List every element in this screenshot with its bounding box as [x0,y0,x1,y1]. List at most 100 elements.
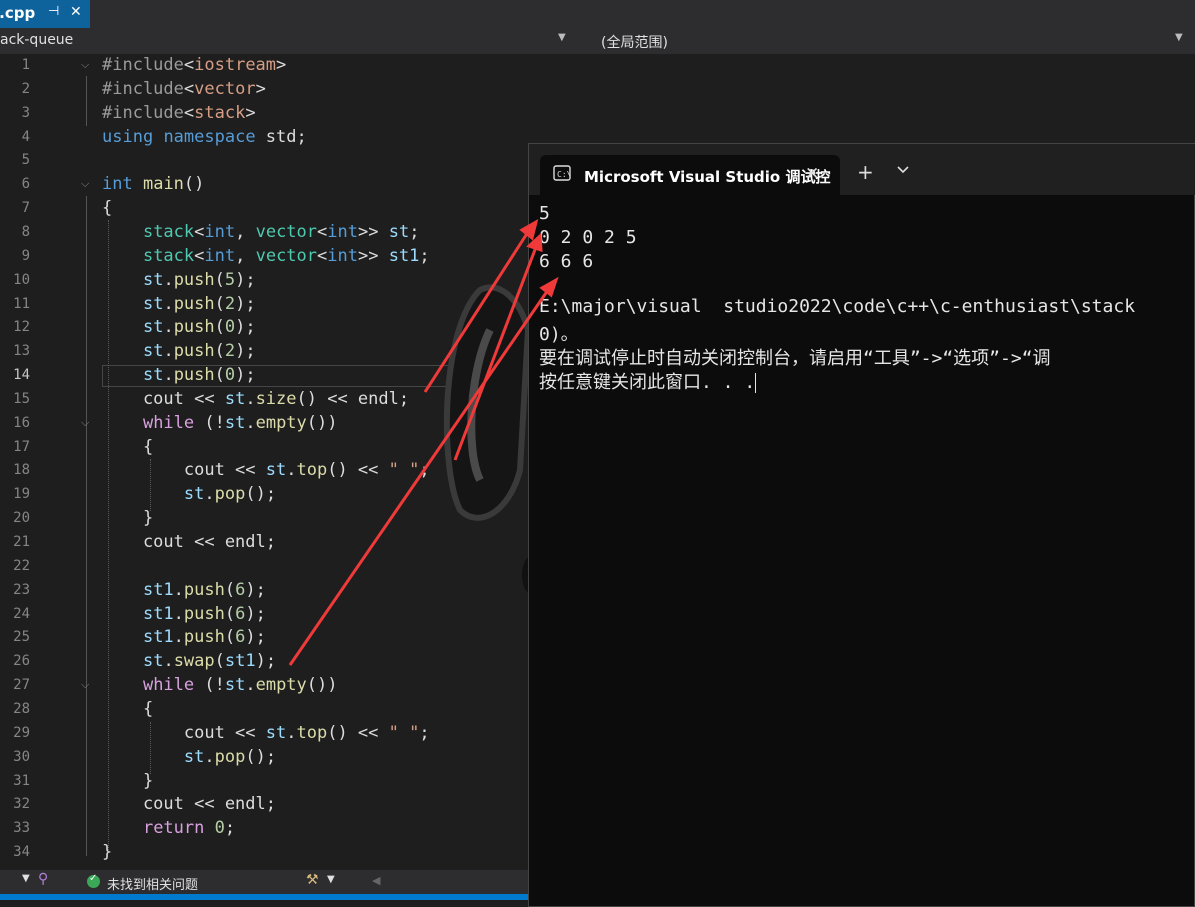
line-number: 31 [13,772,30,789]
console-title: Microsoft Visual Studio 调试控 [584,168,831,186]
code-text: { [102,698,154,719]
code-text: int main() [102,174,205,195]
file-tab-label: t.cpp [0,4,36,22]
pin-icon[interactable]: ⊣ [48,4,59,19]
code-line[interactable]: 3 #include<stack> [0,102,1195,126]
line-number: 25 [13,629,30,646]
svg-text:C:\: C:\ [557,170,571,179]
code-text: stack<int, vector<int>> st1; [142,245,430,266]
chevron-down-icon: ▼ [558,32,566,43]
code-text: st.swap(st1); [142,651,277,672]
line-number: 10 [13,271,30,288]
code-text: cout << endl; [102,532,276,552]
line-number: 28 [13,700,30,717]
code-text: st.pop(); [183,484,277,505]
code-text: using namespace std; [102,126,307,147]
member-dropdown-label: (全局范围) [601,35,668,51]
code-text: } [102,770,154,791]
line-number: 9 [21,247,30,264]
checkmark-glyph: ✓ [89,873,98,884]
fold-toggle-icon[interactable]: ⌵ [81,177,89,191]
console-output-line: 5 [539,203,550,224]
line-number: 7 [21,200,30,217]
console-output-line: 要在调试停止时自动关闭控制台，请启用“工具”->“选项”->“调 [539,348,1051,369]
code-text: cout << endl; [102,794,276,815]
chevron-down-icon[interactable] [897,166,909,174]
line-number: 3 [21,104,30,121]
line-number: 17 [13,438,30,455]
line-number: 34 [13,844,30,861]
line-number: 15 [13,390,30,407]
scroll-left-icon[interactable]: ◀ [372,874,380,887]
issues-status[interactable]: 未找到相关问题 [107,874,198,893]
new-tab-icon[interactable]: + [857,160,874,184]
code-text: st1.push(6); [142,627,266,648]
line-number: 26 [13,653,30,670]
editor-tab-bar: t.cpp ⊣ ✕ [0,0,1195,28]
code-text: cout << st.size() << endl; [102,388,410,409]
fold-toggle-icon[interactable]: ⌵ [81,416,89,430]
close-icon[interactable]: ✕ [805,164,819,184]
code-text: cout << st.top() << " "; [102,722,430,743]
console-output-line: 0 2 0 2 5 [539,227,637,248]
line-number: 24 [13,605,30,622]
line-number: 32 [13,796,30,813]
code-text: while (!st.empty()) [142,412,338,433]
line-number: 30 [13,748,30,765]
fold-toggle-icon[interactable]: ⌵ [81,678,89,692]
code-text: #include<vector> [102,78,266,99]
line-number: 5 [21,152,30,169]
line-number: 2 [21,80,30,97]
code-text: st.push(0); [142,365,256,386]
code-text: return 0; [142,818,236,839]
fold-toggle-icon[interactable]: ⌵ [81,58,89,72]
code-line[interactable]: 1 ⌵ #include<iostream> [0,54,1195,78]
line-number: 4 [21,128,30,145]
terminal-icon: C:\ [553,165,571,181]
chevron-down-icon[interactable]: ▼ [22,873,30,884]
console-output-line: E:\major\visual studio2022\code\c++\c-en… [539,296,1136,317]
console-output-line: 0)。 [539,324,579,345]
navigation-bar: ack-queue ▼ (全局范围) ▼ [0,28,1195,55]
code-text: { [102,436,154,457]
code-text: st.push(2); [142,293,256,314]
console-output-line: 6 6 6 [539,251,594,272]
line-number: 29 [13,724,30,741]
line-number: 20 [13,510,30,527]
chevron-down-icon[interactable]: ▼ [327,874,335,885]
code-text: cout << st.top() << " "; [102,460,430,481]
code-text: st.push(2); [142,341,256,362]
code-text: #include<stack> [102,102,256,123]
code-text: st1.push(6); [142,579,266,600]
code-text: { [102,198,113,219]
line-number: 19 [13,486,30,503]
chevron-down-icon: ▼ [1175,32,1183,43]
line-number: 22 [13,557,30,574]
code-text: st.push(0); [142,317,256,338]
copilot-icon[interactable]: ⚲ [38,871,48,887]
scope-dropdown[interactable]: ack-queue ▼ [0,30,570,51]
line-number: 18 [13,462,30,479]
line-number: 1 [21,57,30,73]
line-number: 8 [21,223,30,240]
member-dropdown[interactable]: (全局范围) ▼ [577,30,1187,51]
debug-console-window[interactable]: C:\ Microsoft Visual Studio 调试控 ✕ + 5 0 2… [528,143,1195,907]
broom-icon[interactable]: ⚒ [306,872,319,888]
line-number: 33 [13,820,30,837]
console-titlebar: C:\ Microsoft Visual Studio 调试控 ✕ + [529,144,1195,195]
close-icon[interactable]: ✕ [70,4,82,20]
background-artwork [443,284,530,593]
console-output-line: 按任意键关闭此窗口. . . [539,372,757,393]
line-number: 23 [13,581,30,598]
line-number: 13 [13,343,30,360]
text-cursor [755,373,757,393]
code-line[interactable]: 2 #include<vector> [0,78,1195,102]
line-number: 6 [21,176,30,193]
code-text: } [102,842,113,863]
scope-dropdown-label: ack-queue [0,32,74,48]
line-number: 21 [13,534,30,550]
console-tab[interactable]: C:\ Microsoft Visual Studio 调试控 ✕ [540,155,840,195]
file-tab[interactable]: t.cpp ⊣ ✕ [0,0,90,28]
line-number: 14 [13,367,30,384]
code-text: st.pop(); [183,746,277,767]
